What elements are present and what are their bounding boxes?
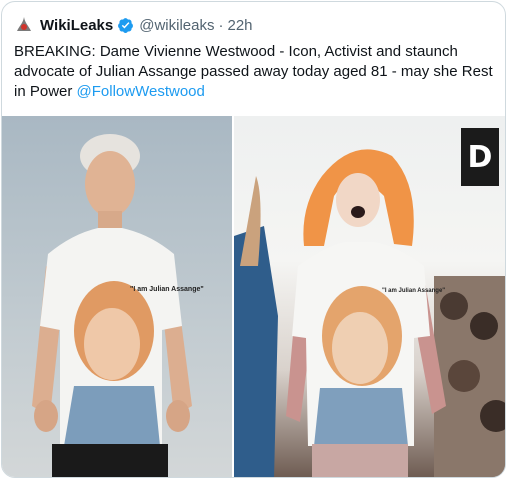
- author-avatar[interactable]: [14, 15, 34, 35]
- shirt-print-text-right: "I am Julian Assange": [382, 288, 445, 294]
- tweet-media[interactable]: "I am Julian Assange" "I am Julian Assan…: [2, 116, 505, 477]
- tweet-timestamp[interactable]: 22h: [228, 17, 253, 34]
- photo-right[interactable]: "I am Julian Assange" D: [234, 116, 505, 477]
- tweet-card[interactable]: WikiLeaks @wikileaks · 22h BREAKING: Dam…: [1, 1, 506, 478]
- wikileaks-logo-icon: [17, 17, 31, 31]
- assange-photo-illustration: "I am Julian Assange": [32, 134, 204, 477]
- separator-dot: ·: [218, 16, 224, 34]
- tweet-text: BREAKING: Dame Vivienne Westwood - Icon,…: [14, 42, 498, 102]
- author-name[interactable]: WikiLeaks: [40, 17, 113, 34]
- author-handle[interactable]: @wikileaks: [139, 17, 214, 34]
- runway-sign: D: [461, 128, 499, 186]
- verified-badge-icon: [118, 17, 134, 33]
- shirt-print-text-left: "I am Julian Assange": [130, 286, 204, 293]
- tweet-header: WikiLeaks @wikileaks · 22h: [14, 14, 253, 36]
- photo-left[interactable]: "I am Julian Assange": [2, 116, 232, 477]
- mention-link[interactable]: @FollowWestwood: [77, 83, 205, 100]
